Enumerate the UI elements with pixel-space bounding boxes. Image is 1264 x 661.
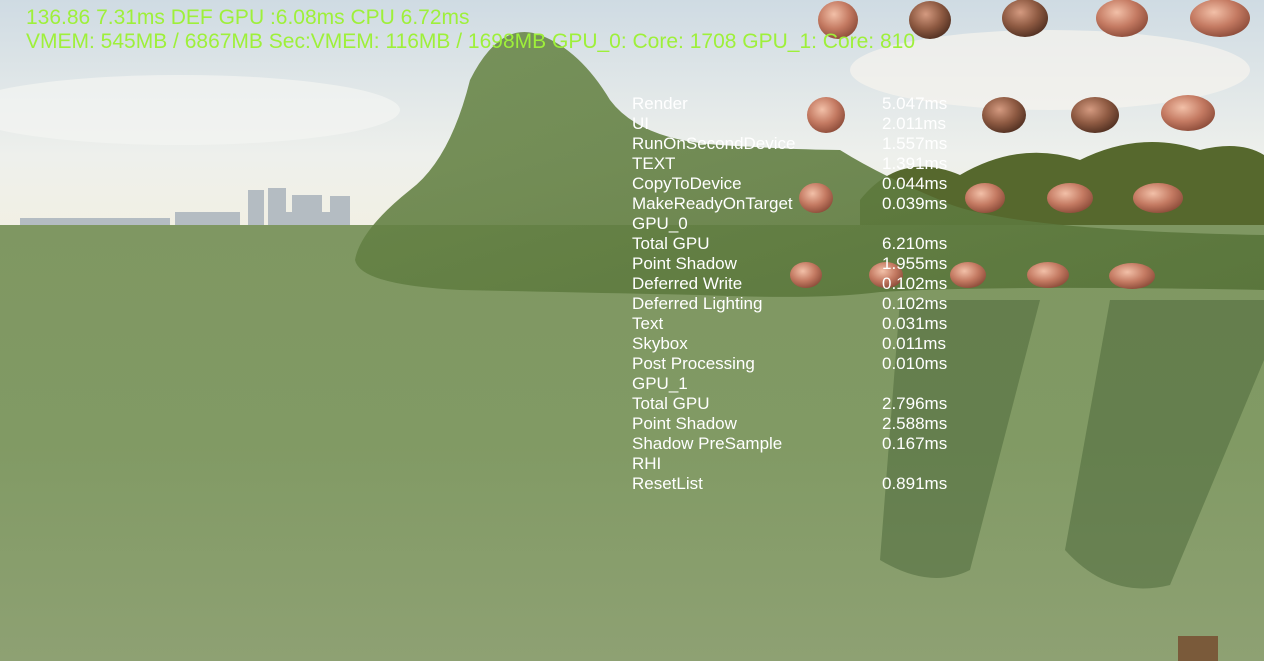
fps-gpu-cpu-stats: 136.86 7.31ms DEF GPU :6.08ms CPU 6.72ms (26, 6, 470, 29)
profiler-row-name: Text (632, 314, 664, 333)
profiler-row-name: RunOnSecondDevice (632, 134, 796, 153)
profiler-row: Render 5.047ms (632, 94, 972, 114)
profiler-row: Skybox 0.011ms (632, 334, 972, 354)
profiler-row-name: UI (632, 114, 649, 133)
profiler-row-time (882, 214, 972, 234)
profiler-row: Post Processing 0.010ms (632, 354, 972, 374)
profiler-row-time: 1.557ms (882, 134, 948, 153)
profiler-row: TEXT 1.391ms (632, 154, 972, 174)
profiler-row-time: 0.031ms (882, 314, 948, 333)
profiler-row: MakeReadyOnTarget 0.039ms (632, 194, 972, 214)
vmem-core-stats: VMEM: 545MB / 6867MB Sec:VMEM: 116MB / 1… (26, 30, 916, 53)
profiler-row: Point Shadow 2.588ms (632, 414, 972, 434)
profiler-row-time (882, 454, 972, 474)
profiler-row: CopyToDevice 0.044ms (632, 174, 972, 194)
profiler-row: Deferred Write 0.102ms (632, 274, 972, 294)
profiler-row-time: 0.011ms (882, 334, 946, 353)
profiler-row: ResetList 0.891ms (632, 474, 972, 494)
profiler-row-time: 6.210ms (882, 234, 948, 253)
profiler-row-time: 2.588ms (882, 414, 948, 433)
profiler-row-time: 0.039ms (882, 194, 948, 213)
profiler-row: GPU_1 (632, 374, 972, 394)
profiler-row-name: TEXT (632, 154, 676, 173)
profiler-row-time: 2.796ms (882, 394, 948, 413)
profiler-row: Deferred Lighting 0.102ms (632, 294, 972, 314)
profiler-row: Total GPU 6.210ms (632, 234, 972, 254)
profiler-row-name: GPU_1 (632, 374, 688, 393)
profiler-row-name: Deferred Lighting (632, 294, 763, 313)
profiler-row-time: 1.391ms (882, 154, 948, 173)
profiler-row-name: RHI (632, 454, 662, 473)
profiler-row: UI 2.011ms (632, 114, 972, 134)
profiler-row: RHI (632, 454, 972, 474)
profiler-row-name: ResetList (632, 474, 703, 493)
profiler-row-time: 0.167ms (882, 434, 948, 453)
profiler-row-time: 0.010ms (882, 354, 948, 373)
profiler-row-name: Total GPU (632, 234, 710, 253)
profiler-row-name: Total GPU (632, 394, 710, 413)
profiler-row-name: Shadow PreSample (632, 434, 783, 453)
profiler-row-name: Render (632, 94, 688, 113)
profiler-row-time: 5.047ms (882, 94, 948, 113)
profiler-row-name: Point Shadow (632, 414, 737, 433)
profiler-row: Shadow PreSample 0.167ms (632, 434, 972, 454)
profiler-row-time: 0.102ms (882, 294, 948, 313)
wooden-crate (1178, 636, 1218, 661)
profiler-row: Point Shadow 1.955ms (632, 254, 972, 274)
profiler-row-name: GPU_0 (632, 214, 688, 233)
profiler-overlay: Render 5.047ms UI 2.011ms RunOnSecondDevice 1… (632, 94, 972, 494)
profiler-row-name: Post Processing (632, 354, 755, 373)
profiler-row-name: CopyToDevice (632, 174, 742, 193)
profiler-row-name: Skybox (632, 334, 688, 353)
profiler-row-name: Point Shadow (632, 254, 737, 273)
profiler-row-time: 0.044ms (882, 174, 948, 193)
profiler-row-name: MakeReadyOnTarget (632, 194, 793, 213)
profiler-row: Total GPU 2.796ms (632, 394, 972, 414)
profiler-row-time: 2.011ms (882, 114, 946, 133)
profiler-row: Text 0.031ms (632, 314, 972, 334)
profiler-row: GPU_0 (632, 214, 972, 234)
profiler-row-time: 0.891ms (882, 474, 948, 493)
profiler-row-time (882, 374, 972, 394)
profiler-row-time: 0.102ms (882, 274, 948, 293)
profiler-row-name: Deferred Write (632, 274, 743, 293)
profiler-row: RunOnSecondDevice 1.557ms (632, 134, 972, 154)
profiler-row-time: 1.955ms (882, 254, 948, 273)
